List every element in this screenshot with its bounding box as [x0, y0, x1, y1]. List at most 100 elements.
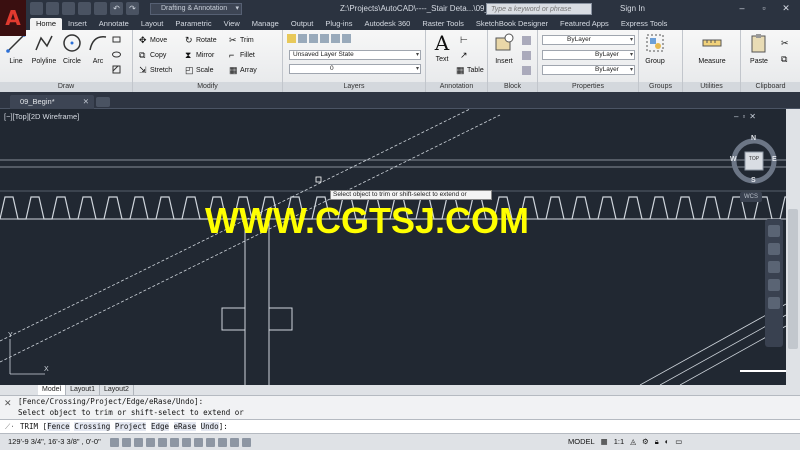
- create-block-button[interactable]: [522, 35, 531, 46]
- tab-view[interactable]: View: [218, 18, 246, 30]
- move-button[interactable]: ✥ Move: [139, 35, 167, 46]
- coordinate-readout[interactable]: 129'-9 3/4", 16'-3 3/8" , 0'-0": [8, 437, 101, 446]
- tab-layout[interactable]: Layout: [135, 18, 170, 30]
- annotation-visibility-icon[interactable]: ◬: [630, 437, 636, 447]
- tab-insert[interactable]: Insert: [62, 18, 93, 30]
- zoom-icon[interactable]: [768, 261, 780, 273]
- annotation-panel-title[interactable]: Annotation: [426, 82, 487, 92]
- ortho-icon[interactable]: [134, 438, 143, 447]
- grid-icon[interactable]: [122, 438, 131, 447]
- utilities-panel-title[interactable]: Utilities: [683, 82, 740, 92]
- table-button[interactable]: ▦ Table: [456, 65, 484, 76]
- rectangle-button[interactable]: [112, 34, 121, 45]
- tab-model[interactable]: Model: [38, 385, 67, 395]
- layer-match-icon[interactable]: [342, 34, 351, 43]
- new-icon[interactable]: [30, 2, 43, 15]
- line-button[interactable]: Line: [2, 32, 30, 65]
- drawing-canvas[interactable]: Y X [−][Top][2D Wireframe] – ▫ ✕ TOP N S…: [0, 109, 786, 385]
- viewcube[interactable]: TOP N S W E: [728, 135, 780, 187]
- copy-button[interactable]: ⧉ Copy: [139, 50, 166, 61]
- lock-icon[interactable]: 🔒︎: [655, 437, 659, 447]
- block-panel-title[interactable]: Block: [488, 82, 537, 92]
- open-icon[interactable]: [46, 2, 59, 15]
- tab-manage[interactable]: Manage: [246, 18, 285, 30]
- maximize-icon[interactable]: ▫: [754, 2, 774, 15]
- scrollbar-thumb[interactable]: [788, 209, 798, 349]
- otrack-icon[interactable]: [182, 438, 191, 447]
- showmotion-icon[interactable]: [768, 297, 780, 309]
- viewport-close-icon[interactable]: ✕: [749, 112, 756, 121]
- lineweight-select[interactable]: ByLayer: [542, 65, 635, 75]
- layers-panel-title[interactable]: Layers: [283, 82, 425, 92]
- wcs-menu[interactable]: WCS: [740, 192, 762, 202]
- clean-screen-icon[interactable]: ▭: [675, 437, 682, 447]
- model-space-toggle[interactable]: MODEL: [568, 437, 595, 447]
- ellipse-button[interactable]: [112, 49, 121, 60]
- viewport-minimize-icon[interactable]: –: [734, 112, 738, 121]
- tab-plug-ins[interactable]: Plug-ins: [319, 18, 358, 30]
- quick-properties-icon[interactable]: [242, 438, 251, 447]
- isolate-objects-icon[interactable]: ◐: [665, 437, 670, 447]
- tab-autodesk-360[interactable]: Autodesk 360: [358, 18, 416, 30]
- tab-output[interactable]: Output: [285, 18, 320, 30]
- draw-panel-title[interactable]: Draw: [0, 82, 132, 92]
- layer-state-select[interactable]: Unsaved Layer State: [289, 50, 421, 60]
- close-tab-icon[interactable]: ✕: [83, 95, 89, 109]
- rotate-button[interactable]: ↻ Rotate: [185, 35, 217, 46]
- option-undo[interactable]: Undo: [200, 422, 219, 431]
- dyn-icon[interactable]: [206, 438, 215, 447]
- tab-annotate[interactable]: Annotate: [93, 18, 135, 30]
- option-fence[interactable]: Fence: [47, 422, 70, 431]
- paste-button[interactable]: Paste: [745, 32, 773, 65]
- fillet-button[interactable]: ⌐ Fillet: [229, 50, 255, 61]
- pan-icon[interactable]: [768, 243, 780, 255]
- minimize-icon[interactable]: –: [732, 2, 752, 15]
- polar-icon[interactable]: [146, 438, 155, 447]
- save-as-icon[interactable]: [78, 2, 91, 15]
- viewport-restore-icon[interactable]: ▫: [742, 112, 745, 121]
- dimension-button[interactable]: ⊢: [460, 35, 469, 46]
- array-button[interactable]: ▦ Array: [229, 65, 257, 76]
- scale-button[interactable]: ◰ Scale: [185, 65, 214, 76]
- cut-button[interactable]: ✂: [781, 38, 790, 49]
- linetype-select[interactable]: ByLayer: [542, 50, 635, 60]
- transparency-icon[interactable]: [230, 438, 239, 447]
- command-line-close-icon[interactable]: ✕: [4, 398, 12, 409]
- option-erase[interactable]: eRase: [173, 422, 197, 431]
- lineweight-icon[interactable]: [218, 438, 227, 447]
- layer-lock-icon[interactable]: [331, 34, 340, 43]
- layer-select[interactable]: 0: [289, 64, 421, 74]
- sign-in-link[interactable]: Sign In: [620, 4, 645, 13]
- app-menu-button[interactable]: A: [0, 0, 26, 36]
- redo-icon[interactable]: ↷: [126, 2, 139, 15]
- polyline-button[interactable]: Polyline: [30, 32, 58, 65]
- insert-button[interactable]: Insert: [490, 32, 518, 65]
- workspace-switch-icon[interactable]: ⚙: [642, 437, 649, 447]
- workspace-select[interactable]: Drafting & Annotation: [150, 3, 242, 15]
- clipboard-panel-title[interactable]: Clipboard: [741, 82, 800, 92]
- option-crossing[interactable]: Crossing: [74, 422, 111, 431]
- circle-button[interactable]: Circle: [58, 32, 86, 65]
- tab-layout2[interactable]: Layout2: [100, 385, 134, 395]
- layer-isolate-icon[interactable]: [309, 34, 318, 43]
- mirror-button[interactable]: ⧗ Mirror: [185, 50, 214, 61]
- vertical-scrollbar[interactable]: [786, 109, 800, 385]
- edit-block-button[interactable]: [522, 50, 531, 61]
- tab-parametric[interactable]: Parametric: [169, 18, 217, 30]
- edit-attributes-button[interactable]: [522, 65, 531, 76]
- annotation-scale[interactable]: 1:1: [614, 437, 624, 447]
- tab-raster-tools[interactable]: Raster Tools: [416, 18, 470, 30]
- option-edge[interactable]: Edge: [150, 422, 170, 431]
- arc-button[interactable]: Arc: [84, 32, 112, 65]
- orbit-icon[interactable]: [768, 279, 780, 291]
- copy-clip-button[interactable]: ⧉: [781, 54, 790, 65]
- ducs-icon[interactable]: [194, 438, 203, 447]
- layout-grid-icon[interactable]: ▦: [601, 437, 608, 447]
- osnap-icon[interactable]: [158, 438, 167, 447]
- tab-featured-apps[interactable]: Featured Apps: [554, 18, 615, 30]
- command-line-input[interactable]: ⟋· TRIM [Fence Crossing Project Edge eRa…: [0, 419, 800, 433]
- layer-properties-icon[interactable]: [287, 34, 296, 43]
- layer-off-icon[interactable]: [298, 34, 307, 43]
- trim-button[interactable]: ✂ Trim: [229, 35, 254, 46]
- steering-wheel-icon[interactable]: [768, 225, 780, 237]
